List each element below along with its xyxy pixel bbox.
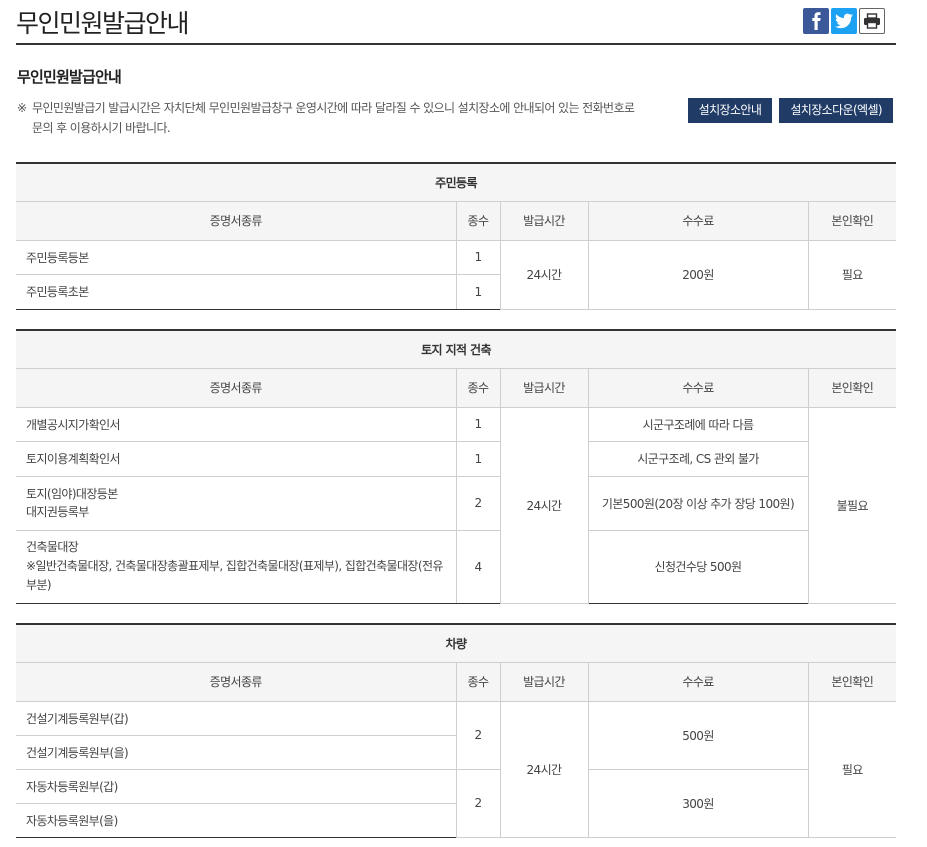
action-buttons: 설치장소안내 설치장소다운(엑셀) [687,98,893,123]
col-hours: 발급시간 [499,368,588,408]
doc-name: 주민등록초본 [16,274,456,310]
table-row: 토지(임야)대장등본 대지권등록부 2 기본500원(20장 이상 추가 장당 … [16,476,896,531]
doc-name: 토지(임야)대장등본 대지권등록부 [16,476,456,531]
issue-hours: 24시간 [499,407,588,604]
doc-count: 4 [455,530,500,604]
location-download-button[interactable]: 설치장소다운(엑셀) [779,98,893,123]
doc-name: 주민등록등본 [16,240,456,275]
page-title: 무인민원발급안내 [16,9,190,38]
col-doc-type: 증명서종류 [16,662,456,702]
fee: 300원 [587,769,808,838]
col-doc-type: 증명서종류 [16,201,456,241]
table-caption: 토지 지적 건축 [16,329,897,369]
facebook-icon[interactable] [803,8,829,34]
col-identity: 본인확인 [807,662,897,702]
location-guide-button[interactable]: 설치장소안내 [687,98,773,123]
col-count: 종수 [455,368,500,408]
page: 무인민원발급안내 무인민원발급안내 ※ 무인민원발급기 발급시간은 자치단체 무인… [0,0,927,847]
col-fee: 수수료 [587,201,808,241]
doc-count: 2 [455,476,500,531]
doc-name-line: 건축물대장 [26,540,79,554]
table-caption: 주민등록 [16,162,897,202]
doc-name: 자동차등록원부(갑) [16,769,456,804]
col-identity: 본인확인 [807,201,897,241]
share-bar [803,8,885,34]
col-identity: 본인확인 [807,368,897,408]
notice-mark: ※ [17,101,27,115]
table-row: 주민등록등본 1 24시간 200원 필요 [16,240,897,310]
doc-count: 1 [455,274,500,310]
doc-name-line: 토지(임야)대장등본 [26,487,118,501]
table-row: 개별공시지가확인서 1 24시간 시군구조례에 따라 다름 불필요 [16,407,897,604]
table-caption: 차량 [16,623,897,663]
identity-check: 필요 [807,701,897,838]
doc-name-line: 토지이용계획확인서 [26,452,121,466]
section-title: 무인민원발급안내 [17,68,122,86]
fee: 500원 [587,701,808,770]
table-row: 토지이용계획확인서 1 시군구조례, CS 관외 불가 [16,441,896,477]
notice-body: 무인민원발급기 발급시간은 자치단체 무인민원발급창구 운영시간에 따라 달라질… [32,101,635,135]
doc-name: 개별공시지가확인서 [16,407,456,442]
issue-hours: 24시간 [499,701,588,838]
doc-count: 1 [455,441,500,477]
vehicle-table: 차량 증명서종류 종수 발급시간 수수료 본인확인 건설기계등록원부(갑) 2 … [16,623,897,838]
table-row: 건설기계등록원부(갑) 2 24시간 500원 필요 [16,701,897,838]
doc-count: 2 [455,701,500,770]
col-doc-type: 증명서종류 [16,368,456,408]
resident-table: 주민등록 증명서종류 종수 발급시간 수수료 본인확인 주민등록등본 1 24시… [16,162,897,310]
doc-name: 토지이용계획확인서 [16,441,456,477]
table-row: 건축물대장 ※일반건축물대장, 건축물대장총괄표제부, 집합건축물대장(표제부)… [16,530,896,604]
doc-name: 건설기계등록원부(을) [16,735,456,770]
fee: 기본500원(20장 이상 추가 장당 100원) [587,476,808,531]
doc-name: 건설기계등록원부(갑) [16,701,456,736]
doc-name-line: 개별공시지가확인서 [26,417,121,432]
doc-name: 자동차등록원부(을) [16,803,456,838]
identity-check: 필요 [807,240,897,310]
issue-hours: 24시간 [499,240,588,310]
col-fee: 수수료 [587,662,808,702]
fee: 신청건수당 500원 [587,530,808,604]
doc-name: 건축물대장 ※일반건축물대장, 건축물대장총괄표제부, 집합건축물대장(표제부)… [16,530,456,604]
doc-name-note: ※일반건축물대장, 건축물대장총괄표제부, 집합건축물대장(표제부), 집합건축… [26,559,443,592]
identity-check: 불필요 [807,407,897,604]
col-hours: 발급시간 [499,201,588,241]
print-icon[interactable] [859,8,885,34]
fee: 시군구조례, CS 관외 불가 [587,441,808,477]
col-count: 종수 [455,201,500,241]
doc-count: 1 [455,407,500,442]
col-count: 종수 [455,662,500,702]
fee: 200원 [587,240,808,310]
title-divider [16,43,896,45]
table-row: 자동차등록원부(갑) 2 300원 [16,769,896,838]
land-table: 토지 지적 건축 증명서종류 종수 발급시간 수수료 본인확인 개별공시지가확인… [16,329,897,604]
doc-count: 1 [455,240,500,275]
doc-name-line: 대지권등록부 [26,505,89,519]
doc-count: 2 [455,769,500,838]
col-fee: 수수료 [587,368,808,408]
twitter-icon[interactable] [831,8,857,34]
fee: 시군구조례에 따라 다름 [587,407,808,442]
notice-text: ※ 무인민원발급기 발급시간은 자치단체 무인민원발급창구 운영시간에 따라 달라… [17,98,647,138]
col-hours: 발급시간 [499,662,588,702]
